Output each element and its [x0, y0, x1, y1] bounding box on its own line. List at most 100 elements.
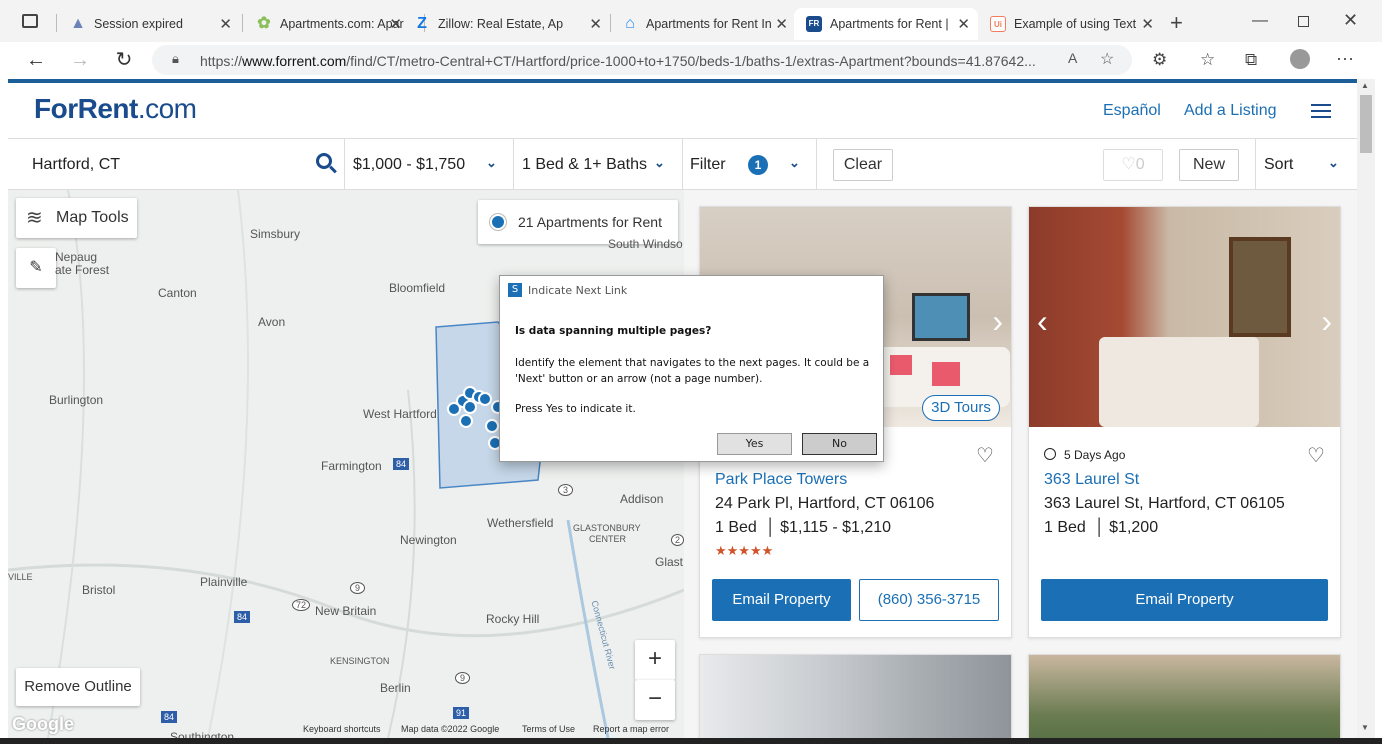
listing-card[interactable]: [699, 654, 1012, 738]
map-pin[interactable]: [459, 414, 473, 428]
3d-tours-badge[interactable]: 3D Tours: [922, 395, 1000, 421]
tab-apartments-for-rent[interactable]: ⌂ Apartments for Rent In ✕: [610, 8, 796, 40]
favorites-button[interactable]: ♡0: [1103, 149, 1163, 181]
draw-pencil-button[interactable]: ✎: [16, 248, 56, 288]
email-property-button[interactable]: Email Property: [712, 579, 851, 621]
map-label: Bloomfield: [389, 281, 446, 295]
route-shield: 9: [455, 672, 471, 684]
route-shield: 9: [350, 582, 366, 594]
espanol-link[interactable]: Español: [1103, 102, 1161, 120]
map-pin[interactable]: [485, 419, 499, 433]
previous-photo-arrow[interactable]: ‹: [1037, 303, 1048, 340]
clock-icon: [1044, 448, 1056, 460]
favorite-heart-icon[interactable]: ♡: [1307, 443, 1325, 468]
map-tools-button[interactable]: ≋ Map Tools: [16, 198, 137, 238]
listing-card[interactable]: ‹ › 5 Days Ago ♡ 363 Laurel St 363 Laure…: [1028, 206, 1341, 638]
route-shield: 84: [161, 711, 178, 723]
map-label: Plainville: [200, 575, 248, 589]
close-tab-icon[interactable]: ✕: [589, 15, 602, 33]
listings-panel: › 3D Tours ♡ Park Place Towers 24 Park P…: [684, 190, 1357, 738]
listing-title[interactable]: 363 Laurel St: [1044, 471, 1139, 489]
next-photo-arrow[interactable]: ›: [992, 303, 1003, 340]
terms-link[interactable]: Terms of Use: [522, 724, 575, 734]
tab-session-expired[interactable]: ▲ Session expired ✕: [58, 8, 240, 40]
tab-uipath-example[interactable]: Ui Example of using Text ✕: [978, 8, 1162, 40]
forrent-logo[interactable]: ForRent.com: [34, 93, 197, 125]
favorites-icon[interactable]: ☆: [1200, 50, 1215, 70]
dialog-hint: Press Yes to indicate it.: [515, 403, 636, 415]
price-filter[interactable]: $1,000 - $1,750: [353, 156, 465, 174]
remove-outline-button[interactable]: Remove Outline: [16, 668, 140, 706]
no-button[interactable]: No: [802, 433, 877, 455]
listing-title[interactable]: Park Place Towers: [715, 471, 847, 489]
sort-dropdown[interactable]: Sort: [1264, 156, 1293, 174]
listing-photo[interactable]: [1029, 655, 1340, 738]
minimize-icon[interactable]: —: [1252, 12, 1268, 30]
refresh-icon[interactable]: ↻: [110, 46, 138, 74]
zoom-in-button[interactable]: +: [635, 640, 675, 680]
extensions-icon[interactable]: ⚙: [1152, 50, 1167, 70]
close-window-icon[interactable]: ✕: [1343, 10, 1358, 31]
profile-avatar[interactable]: [1290, 49, 1310, 69]
listing-photo[interactable]: [700, 655, 1011, 738]
read-aloud-icon[interactable]: A: [1068, 50, 1077, 66]
phone-button[interactable]: (860) 356-3715: [859, 579, 999, 621]
tab-apartments-com[interactable]: ✿ Apartments.com: Apar ✕: [244, 8, 410, 40]
chevron-down-icon[interactable]: ⌄: [789, 155, 800, 171]
map-label: New Britain: [315, 604, 377, 618]
yes-button[interactable]: Yes: [717, 433, 792, 455]
filter-dropdown[interactable]: Filter: [690, 156, 726, 174]
add-listing-link[interactable]: Add a Listing: [1184, 102, 1277, 120]
map-label: Burlington: [49, 393, 104, 407]
favorite-heart-icon[interactable]: ♡: [976, 443, 994, 468]
more-menu-icon[interactable]: ···: [1336, 48, 1354, 69]
beds-baths-filter[interactable]: 1 Bed & 1+ Baths: [522, 156, 647, 174]
url-input[interactable]: 🔒︎ https://www.forrent.com/find/CT/metro…: [152, 45, 1132, 75]
email-property-button[interactable]: Email Property: [1041, 579, 1328, 621]
location-search-input[interactable]: Hartford, CT: [32, 156, 120, 174]
keyboard-shortcuts-link[interactable]: Keyboard shortcuts: [303, 724, 381, 734]
route-shield: 3: [558, 484, 574, 496]
report-error-link[interactable]: Report a map error: [593, 724, 669, 734]
hamburger-menu-icon[interactable]: [1311, 104, 1331, 118]
scroll-up-arrow[interactable]: ▲: [1361, 81, 1369, 90]
updated-time: 5 Days Ago: [1064, 448, 1126, 462]
close-tab-icon[interactable]: ✕: [219, 15, 232, 33]
new-tab-icon[interactable]: +: [1170, 10, 1183, 36]
tab-zillow[interactable]: Z Zillow: Real Estate, Ap ✕: [402, 8, 610, 40]
close-tab-icon[interactable]: ✕: [389, 15, 402, 33]
favorite-star-icon[interactable]: ☆: [1100, 49, 1114, 69]
layers-icon: ≋: [26, 207, 43, 229]
zoom-out-button[interactable]: −: [635, 680, 675, 720]
collections-icon[interactable]: ⧉: [1245, 50, 1257, 70]
listing-photo[interactable]: ‹ ›: [1029, 207, 1340, 427]
chevron-down-icon[interactable]: ⌄: [486, 155, 497, 171]
tab-actions-icon[interactable]: [22, 14, 38, 28]
close-tab-icon[interactable]: ✕: [775, 15, 788, 33]
listing-card[interactable]: [1028, 654, 1341, 738]
tab-forrent-active[interactable]: FR Apartments for Rent | ✕: [794, 8, 978, 40]
next-photo-arrow[interactable]: ›: [1321, 303, 1332, 340]
page-scrollbar[interactable]: ▲ ▼: [1357, 79, 1375, 738]
map-view[interactable]: ≋ Map Tools ✎ 21 Apartments for Rent Rem…: [8, 190, 684, 738]
forward-arrow-icon[interactable]: →: [66, 46, 94, 74]
close-tab-icon[interactable]: ✕: [957, 15, 970, 33]
clear-button[interactable]: Clear: [833, 149, 893, 181]
scroll-thumb[interactable]: [1360, 95, 1372, 153]
chevron-down-icon[interactable]: ⌄: [654, 155, 665, 171]
map-pin[interactable]: [478, 392, 492, 406]
uipath-studio-icon: S: [508, 283, 522, 297]
back-arrow-icon[interactable]: ←: [22, 46, 50, 74]
map-label: ate Forest: [55, 263, 110, 277]
map-label: Avon: [258, 315, 286, 329]
chevron-down-icon[interactable]: ⌄: [1328, 155, 1339, 171]
google-logo: Google: [12, 714, 74, 734]
close-tab-icon[interactable]: ✕: [1141, 15, 1154, 33]
map-pin[interactable]: [463, 400, 477, 414]
listing-beds-price: 1 Bed │ $1,200: [1044, 519, 1159, 536]
scroll-down-arrow[interactable]: ▼: [1361, 723, 1369, 732]
new-button[interactable]: New: [1179, 149, 1239, 181]
url-text: https://www.forrent.com/find/CT/metro-Ce…: [200, 53, 1036, 69]
listing-beds-price: 1 Bed │ $1,115 - $1,210: [715, 519, 892, 536]
restore-icon[interactable]: [1298, 16, 1309, 27]
